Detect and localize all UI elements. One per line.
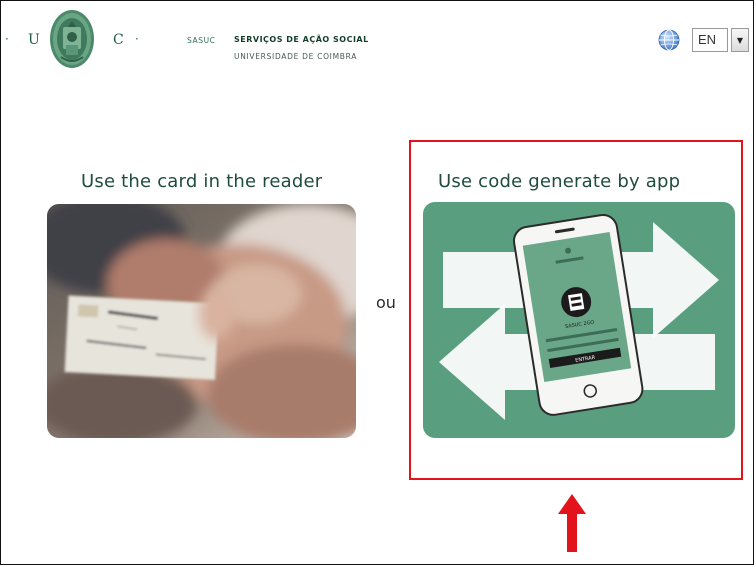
language-selected-value[interactable]: EN [692, 28, 728, 52]
services-title: SERVIÇOS DE AÇÃO SOCIAL [234, 35, 369, 44]
university-name: UNIVERSIDADE DE COIMBRA [234, 52, 358, 61]
header: · U C · SASUC SERVIÇOS DE AÇÃO SOCIAL UN… [1, 1, 753, 81]
sasuc-label: SASUC [187, 36, 216, 45]
globe-icon [658, 29, 680, 51]
page-frame: · U C · SASUC SERVIÇOS DE AÇÃO SOCIAL UN… [0, 0, 754, 565]
university-seal-logo[interactable] [49, 9, 95, 69]
card-reader-image[interactable] [47, 204, 356, 438]
chevron-down-icon[interactable]: ▼ [731, 28, 749, 52]
or-separator: ou [376, 293, 396, 312]
arrow-up-icon [558, 494, 586, 552]
card-option-title: Use the card in the reader [81, 171, 323, 192]
uc-letter-c: C [113, 32, 124, 48]
separator-dot: · [5, 32, 9, 46]
selected-option-highlight [409, 140, 743, 480]
uc-letter-u: U [28, 32, 40, 48]
language-select[interactable]: EN ▼ [692, 28, 753, 52]
separator-dot: · [135, 32, 139, 46]
